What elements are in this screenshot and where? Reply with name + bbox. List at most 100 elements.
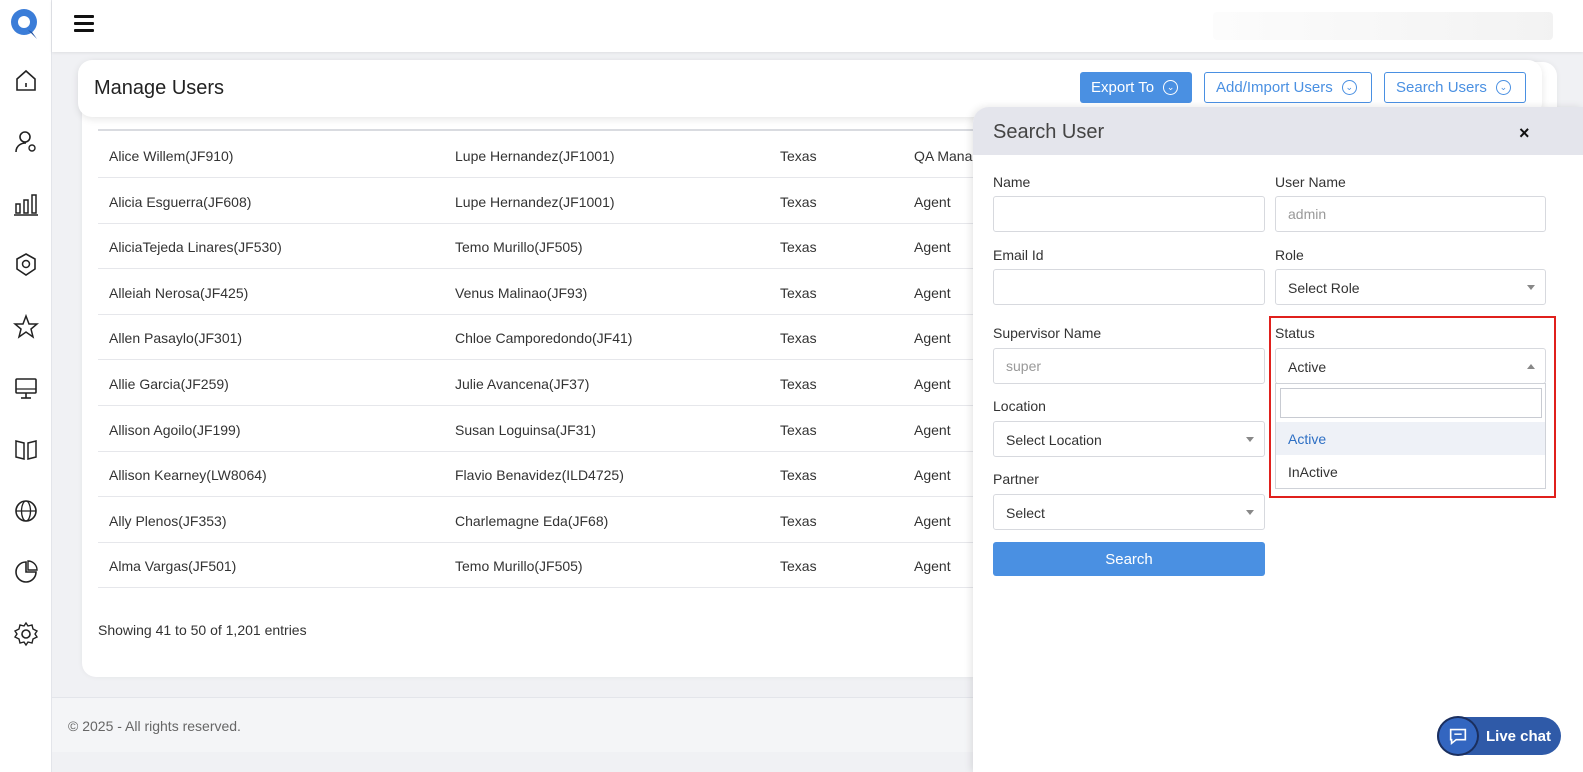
table-row[interactable]: Alicia Esguerra(JF608) Lupe Hernandez(JF1…: [98, 178, 978, 224]
supervisor-cell: Venus Malinao(JF93): [455, 284, 588, 301]
table-row[interactable]: Alice Willem(JF910) Lupe Hernandez(JF1001…: [98, 132, 978, 178]
supervisor-cell: Susan Loguinsa(JF31): [455, 421, 596, 438]
chevron-down-circle-icon: ⌄: [1495, 80, 1511, 95]
partner-select-value: Select: [1006, 505, 1045, 521]
badge-icon[interactable]: [12, 251, 40, 279]
search-panel-title: Search User: [993, 121, 1105, 143]
email-input[interactable]: [993, 269, 1265, 305]
user-settings-icon[interactable]: [12, 128, 40, 156]
add-import-users-button[interactable]: Add/Import Users ⌄: [1204, 72, 1372, 103]
username-label: User Name: [1275, 174, 1346, 190]
status-search-input[interactable]: [1280, 388, 1542, 418]
partner-label: Partner: [993, 471, 1039, 487]
location-cell: Texas: [780, 284, 817, 301]
dropdown-arrow-icon: [1246, 437, 1254, 442]
role-cell: Agent: [914, 421, 951, 438]
table-row[interactable]: Allison Agoilo(JF199) Susan Loguinsa(JF31…: [98, 406, 978, 452]
export-to-button[interactable]: Export To ⌄: [1080, 72, 1192, 103]
supervisor-cell: Temo Murillo(JF505): [455, 239, 583, 256]
star-icon[interactable]: [12, 313, 40, 341]
role-label: Role: [1275, 247, 1304, 263]
monitor-icon[interactable]: [12, 374, 40, 402]
name-label: Name: [993, 174, 1031, 190]
user-name-cell: Alma Vargas(JF501): [109, 558, 237, 575]
export-to-label: Export To: [1091, 79, 1155, 96]
top-bar: [52, 0, 1583, 52]
chevron-down-circle-icon: ⌄: [1341, 80, 1357, 95]
status-option-active[interactable]: Active: [1276, 422, 1545, 455]
search-user-panel: Search User × Name User Name Email Id Ro…: [973, 107, 1583, 772]
status-select[interactable]: Active: [1275, 348, 1546, 384]
search-button[interactable]: Search: [993, 542, 1265, 576]
role-cell: Agent: [914, 376, 951, 392]
add-import-users-label: Add/Import Users: [1216, 79, 1333, 96]
bar-chart-icon[interactable]: [12, 190, 40, 218]
location-cell: Texas: [780, 467, 817, 484]
chevron-down-circle-icon: ⌄: [1163, 80, 1179, 95]
user-name-cell: Ally Plenos(JF353): [109, 512, 227, 529]
table-row[interactable]: Ally Plenos(JF353) Charlemagne Eda(JF68) T…: [98, 497, 978, 543]
location-cell: Texas: [780, 558, 817, 575]
role-cell: Agent: [914, 512, 951, 529]
role-select-value: Select Role: [1288, 280, 1360, 296]
table-row[interactable]: Alleiah Nerosa(JF425) Venus Malinao(JF93)…: [98, 269, 978, 315]
user-name-cell: Alleiah Nerosa(JF425): [109, 284, 249, 301]
role-cell: Agent: [914, 330, 951, 347]
close-icon[interactable]: ×: [1519, 123, 1530, 144]
supervisor-cell: Lupe Hernandez(JF1001): [455, 148, 615, 164]
role-cell: Agent: [914, 284, 951, 301]
name-input[interactable]: [993, 196, 1265, 232]
table-row[interactable]: Alma Vargas(JF501) Temo Murillo(JF505) Tex…: [98, 542, 978, 589]
status-dropdown-list: Active InActive: [1275, 383, 1546, 489]
blurred-user-area: [1213, 12, 1553, 40]
book-icon[interactable]: [12, 435, 40, 463]
location-cell: Texas: [780, 330, 817, 347]
role-cell: Agent: [914, 239, 951, 256]
role-cell: Agent: [914, 193, 951, 210]
table-row[interactable]: Allison Kearney(LW8064) Flavio Benavidez(…: [98, 451, 978, 498]
status-select-value: Active: [1288, 359, 1327, 375]
user-name-cell: AliciaTejeda Linares(JF530): [109, 239, 282, 256]
partner-select[interactable]: Select: [993, 494, 1265, 530]
table-row[interactable]: AliciaTejeda Linares(JF530) Temo Murillo(…: [98, 223, 978, 270]
user-name-cell: Allie Garcia(JF259): [109, 376, 229, 392]
entries-info: Showing 41 to 50 of 1,201 entries: [98, 622, 307, 638]
supervisor-name-input[interactable]: [993, 348, 1265, 384]
live-chat-button[interactable]: Live chat: [1437, 716, 1561, 756]
supervisor-name-label: Supervisor Name: [993, 325, 1102, 341]
user-name-cell: Allison Agoilo(JF199): [109, 421, 241, 438]
location-label: Location: [993, 398, 1046, 414]
supervisor-cell: Julie Avancena(JF37): [455, 376, 590, 392]
table-row[interactable]: Allen Pasaylo(JF301) Chloe Camporedondo(J…: [98, 314, 978, 361]
page-title: Manage Users: [94, 77, 225, 99]
home-icon[interactable]: [12, 67, 40, 95]
role-cell: Agent: [914, 467, 951, 484]
location-cell: Texas: [780, 376, 817, 392]
status-option-inactive[interactable]: InActive: [1276, 455, 1545, 488]
supervisor-cell: Flavio Benavidez(ILD4725): [455, 467, 624, 484]
dropdown-arrow-icon: [1246, 510, 1254, 515]
location-cell: Texas: [780, 193, 817, 210]
gear-icon[interactable]: [12, 620, 40, 648]
pie-chart-icon[interactable]: [12, 558, 40, 586]
search-users-button[interactable]: Search Users ⌄: [1384, 72, 1526, 103]
location-cell: Texas: [780, 239, 817, 256]
chat-bubble-icon: [1437, 716, 1479, 756]
supervisor-cell: Chloe Camporedondo(JF41): [455, 330, 633, 347]
dropdown-arrow-icon: [1527, 285, 1535, 290]
user-name-cell: Allison Kearney(LW8064): [109, 467, 267, 484]
hamburger-menu-icon[interactable]: [74, 15, 94, 35]
table-header-divider: [98, 129, 978, 131]
search-panel-header: Search User ×: [973, 107, 1583, 155]
app-logo[interactable]: [10, 8, 40, 40]
live-chat-label: Live chat: [1486, 728, 1552, 745]
globe-icon[interactable]: [12, 497, 40, 525]
copyright-text: © 2025 - All rights reserved.: [68, 718, 241, 734]
role-select[interactable]: Select Role: [1275, 269, 1546, 305]
location-cell: Texas: [780, 148, 817, 164]
status-label: Status: [1275, 325, 1315, 341]
table-row[interactable]: Allie Garcia(JF259) Julie Avancena(JF37) T…: [98, 360, 978, 406]
location-select[interactable]: Select Location: [993, 421, 1265, 457]
username-input[interactable]: [1275, 196, 1546, 232]
location-select-value: Select Location: [1006, 432, 1102, 448]
